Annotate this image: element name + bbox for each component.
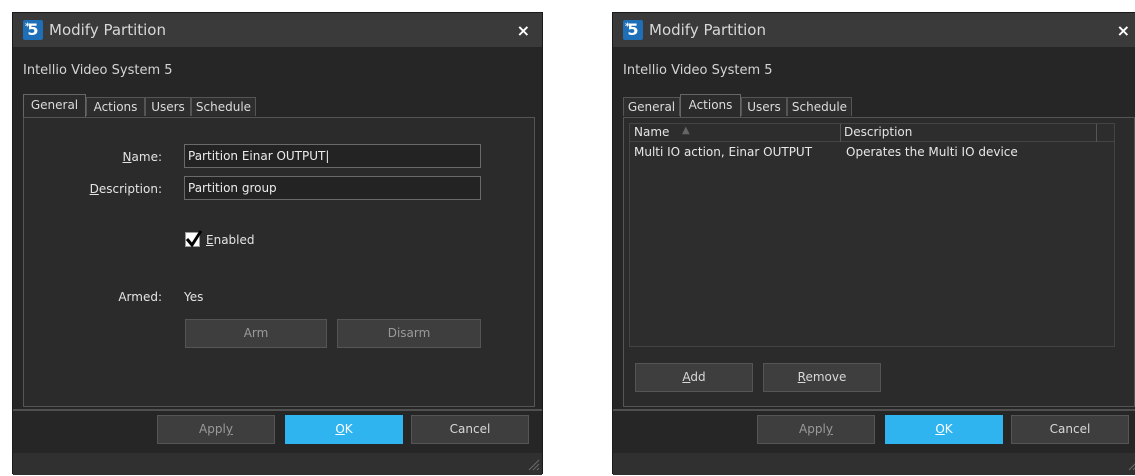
tab-general[interactable]: General <box>23 94 86 117</box>
tab-users[interactable]: Users <box>741 97 787 116</box>
column-separator[interactable] <box>840 124 841 142</box>
app-logo-icon: * 5 <box>23 20 43 40</box>
footer-divider <box>13 409 542 411</box>
checkmark-icon <box>185 230 203 248</box>
cancel-button[interactable]: Cancel <box>1011 415 1129 444</box>
tab-users[interactable]: Users <box>145 97 191 116</box>
column-header-description[interactable]: Description <box>844 125 912 139</box>
description-field[interactable]: Partition group <box>184 176 481 200</box>
status-strip <box>13 453 542 475</box>
armed-label: Armed: <box>118 290 162 304</box>
arm-button[interactable]: Arm <box>185 319 327 348</box>
list-header: Name ▲ Description <box>630 124 1114 142</box>
ok-button[interactable]: OK <box>885 415 1003 444</box>
name-field-value: Partition Einar OUTPUT <box>188 149 326 163</box>
system-name: Intellio Video System 5 <box>623 63 773 78</box>
tab-schedule[interactable]: Schedule <box>787 97 852 116</box>
resize-grip-icon[interactable] <box>526 457 540 471</box>
ok-button[interactable]: OK <box>285 415 403 444</box>
system-name: Intellio Video System 5 <box>23 63 173 78</box>
column-separator[interactable] <box>1096 124 1097 142</box>
close-icon[interactable]: × <box>517 21 530 40</box>
apply-button[interactable]: Apply <box>757 415 875 444</box>
description-label: Description: <box>89 182 162 196</box>
tab-actions[interactable]: Actions <box>680 94 741 117</box>
sort-ascending-icon: ▲ <box>682 125 690 136</box>
general-tab-panel: Name: Partition Einar OUTPUT| Descriptio… <box>23 117 535 407</box>
modify-partition-dialog-general: * 5 Modify Partition × Intellio Video Sys… <box>12 12 543 475</box>
apply-button[interactable]: Apply <box>157 415 275 444</box>
dialog-title: Modify Partition <box>649 21 766 39</box>
action-description-cell: Operates the Multi IO device <box>846 145 1018 159</box>
list-item[interactable]: Multi IO action, Einar OUTPUT Operates t… <box>630 144 1114 162</box>
tab-schedule[interactable]: Schedule <box>191 97 256 116</box>
remove-button[interactable]: Remove <box>763 363 881 392</box>
cancel-button[interactable]: Cancel <box>411 415 529 444</box>
column-header-name[interactable]: Name <box>634 125 669 139</box>
enabled-checkbox[interactable] <box>185 230 203 248</box>
title-bar: * 5 Modify Partition × <box>13 13 542 47</box>
actions-tab-panel: Name ▲ Description Multi IO action, Eina… <box>623 117 1135 407</box>
tab-general[interactable]: General <box>623 97 680 116</box>
actions-list[interactable]: Name ▲ Description Multi IO action, Eina… <box>629 123 1115 347</box>
close-icon[interactable]: × <box>1117 21 1130 40</box>
enabled-label[interactable]: Enabled <box>206 233 255 247</box>
footer-divider <box>613 409 1135 411</box>
tab-actions[interactable]: Actions <box>86 97 145 116</box>
modify-partition-dialog-actions: * 5 Modify Partition × Intellio Video Sys… <box>612 12 1135 475</box>
name-field[interactable]: Partition Einar OUTPUT| <box>184 144 481 168</box>
resize-grip-icon[interactable] <box>1126 457 1135 471</box>
status-strip <box>613 453 1135 475</box>
text-cursor: | <box>325 149 330 163</box>
dialog-title: Modify Partition <box>49 21 166 39</box>
disarm-button[interactable]: Disarm <box>337 319 481 348</box>
armed-value: Yes <box>184 290 204 304</box>
title-bar: * 5 Modify Partition × <box>613 13 1135 47</box>
action-name-cell: Multi IO action, Einar OUTPUT <box>634 145 813 159</box>
add-button[interactable]: Add <box>635 363 753 392</box>
app-logo-icon: * 5 <box>623 20 643 40</box>
name-label: Name: <box>122 150 162 164</box>
